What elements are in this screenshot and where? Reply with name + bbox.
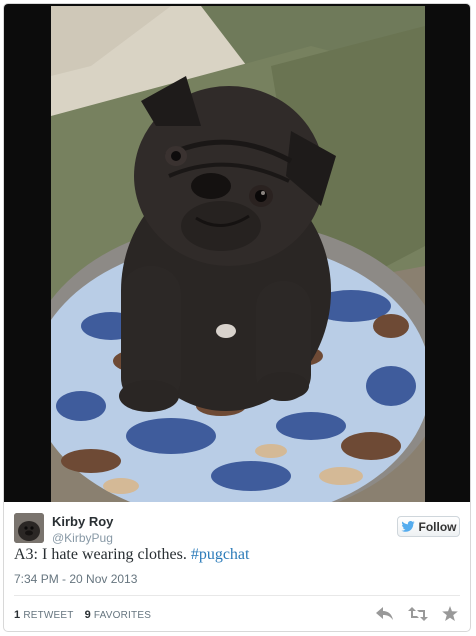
user-handle[interactable]: @KirbyPug: [52, 531, 113, 545]
star-icon-graphic: [442, 606, 458, 621]
tweet-header: Kirby Roy @KirbyPug Follow: [14, 511, 460, 545]
follow-label: Follow: [418, 519, 457, 534]
reply-icon[interactable]: [376, 606, 394, 626]
tweet-card: Kirby Roy @KirbyPug Follow A3: I hate we…: [3, 3, 471, 632]
tweet-text: A3: I hate wearing clothes. #pugchat: [14, 546, 249, 564]
avatar[interactable]: [14, 513, 44, 543]
retweet-stat[interactable]: 1 RETWEET: [14, 609, 74, 621]
tweet-timestamp[interactable]: 7:34 PM - 20 Nov 2013: [14, 572, 137, 586]
divider: [14, 595, 460, 596]
follow-button[interactable]: Follow: [397, 516, 460, 537]
retweet-stat-label: RETWEET: [23, 610, 74, 621]
hashtag-link[interactable]: #pugchat: [191, 546, 250, 563]
star-icon[interactable]: [442, 606, 458, 626]
pug-photo[interactable]: [51, 6, 425, 502]
tweet-actions: [376, 606, 458, 626]
retweet-count: 1: [14, 609, 21, 621]
reply-icon-graphic: [376, 606, 393, 620]
favorite-stat-label: FAVORITES: [93, 610, 152, 621]
favorite-stat[interactable]: 9 FAVORITES: [84, 609, 152, 621]
tweet-media[interactable]: [4, 4, 470, 502]
avatar-image: [14, 513, 44, 543]
tweet-text-body: A3: I hate wearing clothes.: [14, 546, 187, 563]
retweet-icon[interactable]: [408, 606, 428, 626]
pug-photo-illustration: [51, 6, 425, 502]
display-name[interactable]: Kirby Roy: [52, 514, 113, 529]
tweet-stats: 1 RETWEET 9 FAVORITES: [14, 609, 159, 621]
favorite-count: 9: [84, 609, 91, 621]
twitter-bird-icon: [400, 521, 415, 532]
retweet-icon-graphic: [408, 606, 428, 621]
